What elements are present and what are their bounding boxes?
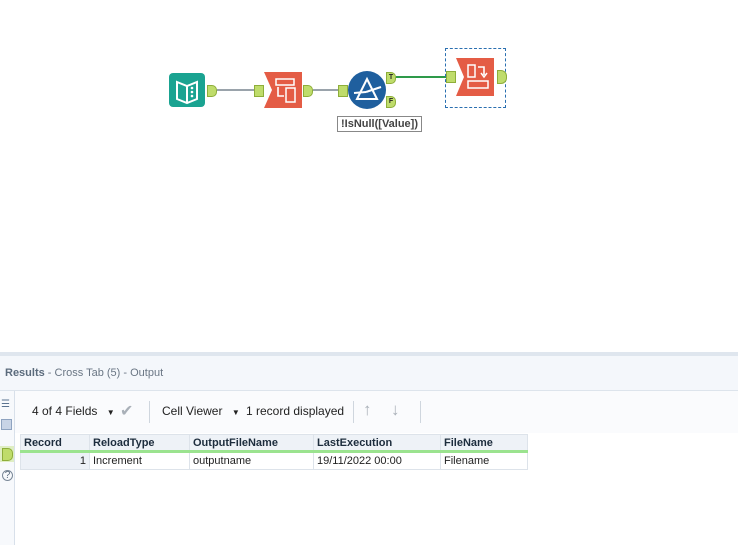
arrow-up-icon[interactable]: ↑ <box>363 400 372 420</box>
cell-reloadtype[interactable]: Increment <box>89 451 190 470</box>
cell-outputfilename[interactable]: outputname <box>189 451 314 470</box>
column-header[interactable]: LastExecution <box>313 434 441 453</box>
cross-tab-tool[interactable] <box>456 58 494 96</box>
input-anchor[interactable] <box>254 85 264 97</box>
help-icon[interactable]: ? <box>2 470 13 481</box>
book-icon <box>176 80 198 105</box>
input-data-tool[interactable] <box>169 73 205 107</box>
record-count: 1 record displayed <box>246 404 345 418</box>
header-row: Record ReloadType OutputFileName LastExe… <box>20 434 528 453</box>
cross-tab-icon <box>456 58 494 96</box>
output-anchor[interactable] <box>303 85 313 97</box>
filter-prism-icon <box>353 76 382 100</box>
true-anchor[interactable]: T <box>386 72 396 84</box>
filter-tool[interactable] <box>348 71 386 109</box>
list-icon[interactable]: ☰ <box>1 399 13 411</box>
connection-line <box>396 76 448 78</box>
column-header[interactable]: ReloadType <box>89 434 190 453</box>
column-header[interactable]: FileName <box>440 434 528 453</box>
toolbar-divider <box>420 401 421 423</box>
input-anchor[interactable] <box>338 85 348 97</box>
cell-record[interactable]: 1 <box>20 451 90 470</box>
arrow-down-icon[interactable]: ↓ <box>391 400 400 420</box>
false-anchor[interactable]: F <box>386 96 396 108</box>
input-anchor[interactable] <box>446 71 456 83</box>
filter-expression-label: !IsNull([Value]) <box>337 116 423 132</box>
column-header[interactable]: Record <box>20 434 90 453</box>
results-header: Results - Cross Tab (5) - Output <box>0 356 738 391</box>
results-toolbar: 4 of 4 Fields ▼ ✔ Cell Viewer ▼ 1 record… <box>15 391 738 433</box>
select-icon <box>264 72 302 108</box>
output-anchor[interactable] <box>497 70 507 84</box>
input-anchor-icon[interactable] <box>1 419 12 430</box>
results-source: - Cross Tab (5) - Output <box>44 367 164 379</box>
cell-lastexecution[interactable]: 19/11/2022 00:00 <box>313 451 441 470</box>
results-title: Results - Cross Tab (5) - Output <box>5 367 163 379</box>
workflow-canvas[interactable]: T F !IsNull([Value]) <box>0 0 738 352</box>
results-label: Results <box>5 367 45 379</box>
connection-line <box>313 89 339 91</box>
output-anchor-icon[interactable] <box>0 446 14 462</box>
column-header[interactable]: OutputFileName <box>189 434 314 453</box>
fields-dropdown[interactable]: 4 of 4 Fields ▼ <box>32 404 115 418</box>
results-sidebar: ☰ ? <box>0 391 15 545</box>
cell-viewer-dropdown[interactable]: Cell Viewer ▼ <box>162 404 240 418</box>
toolbar-divider <box>149 401 150 423</box>
select-tool[interactable] <box>264 72 302 108</box>
output-anchor[interactable] <box>207 85 217 97</box>
toolbar-divider <box>353 401 354 423</box>
results-grid: Record ReloadType OutputFileName LastExe… <box>20 434 528 470</box>
cell-filename[interactable]: Filename <box>440 451 528 470</box>
connection-line <box>217 89 255 91</box>
table-row[interactable]: 1 Increment outputname 19/11/2022 00:00 … <box>20 451 528 470</box>
apply-check-icon[interactable]: ✔ <box>120 401 133 421</box>
